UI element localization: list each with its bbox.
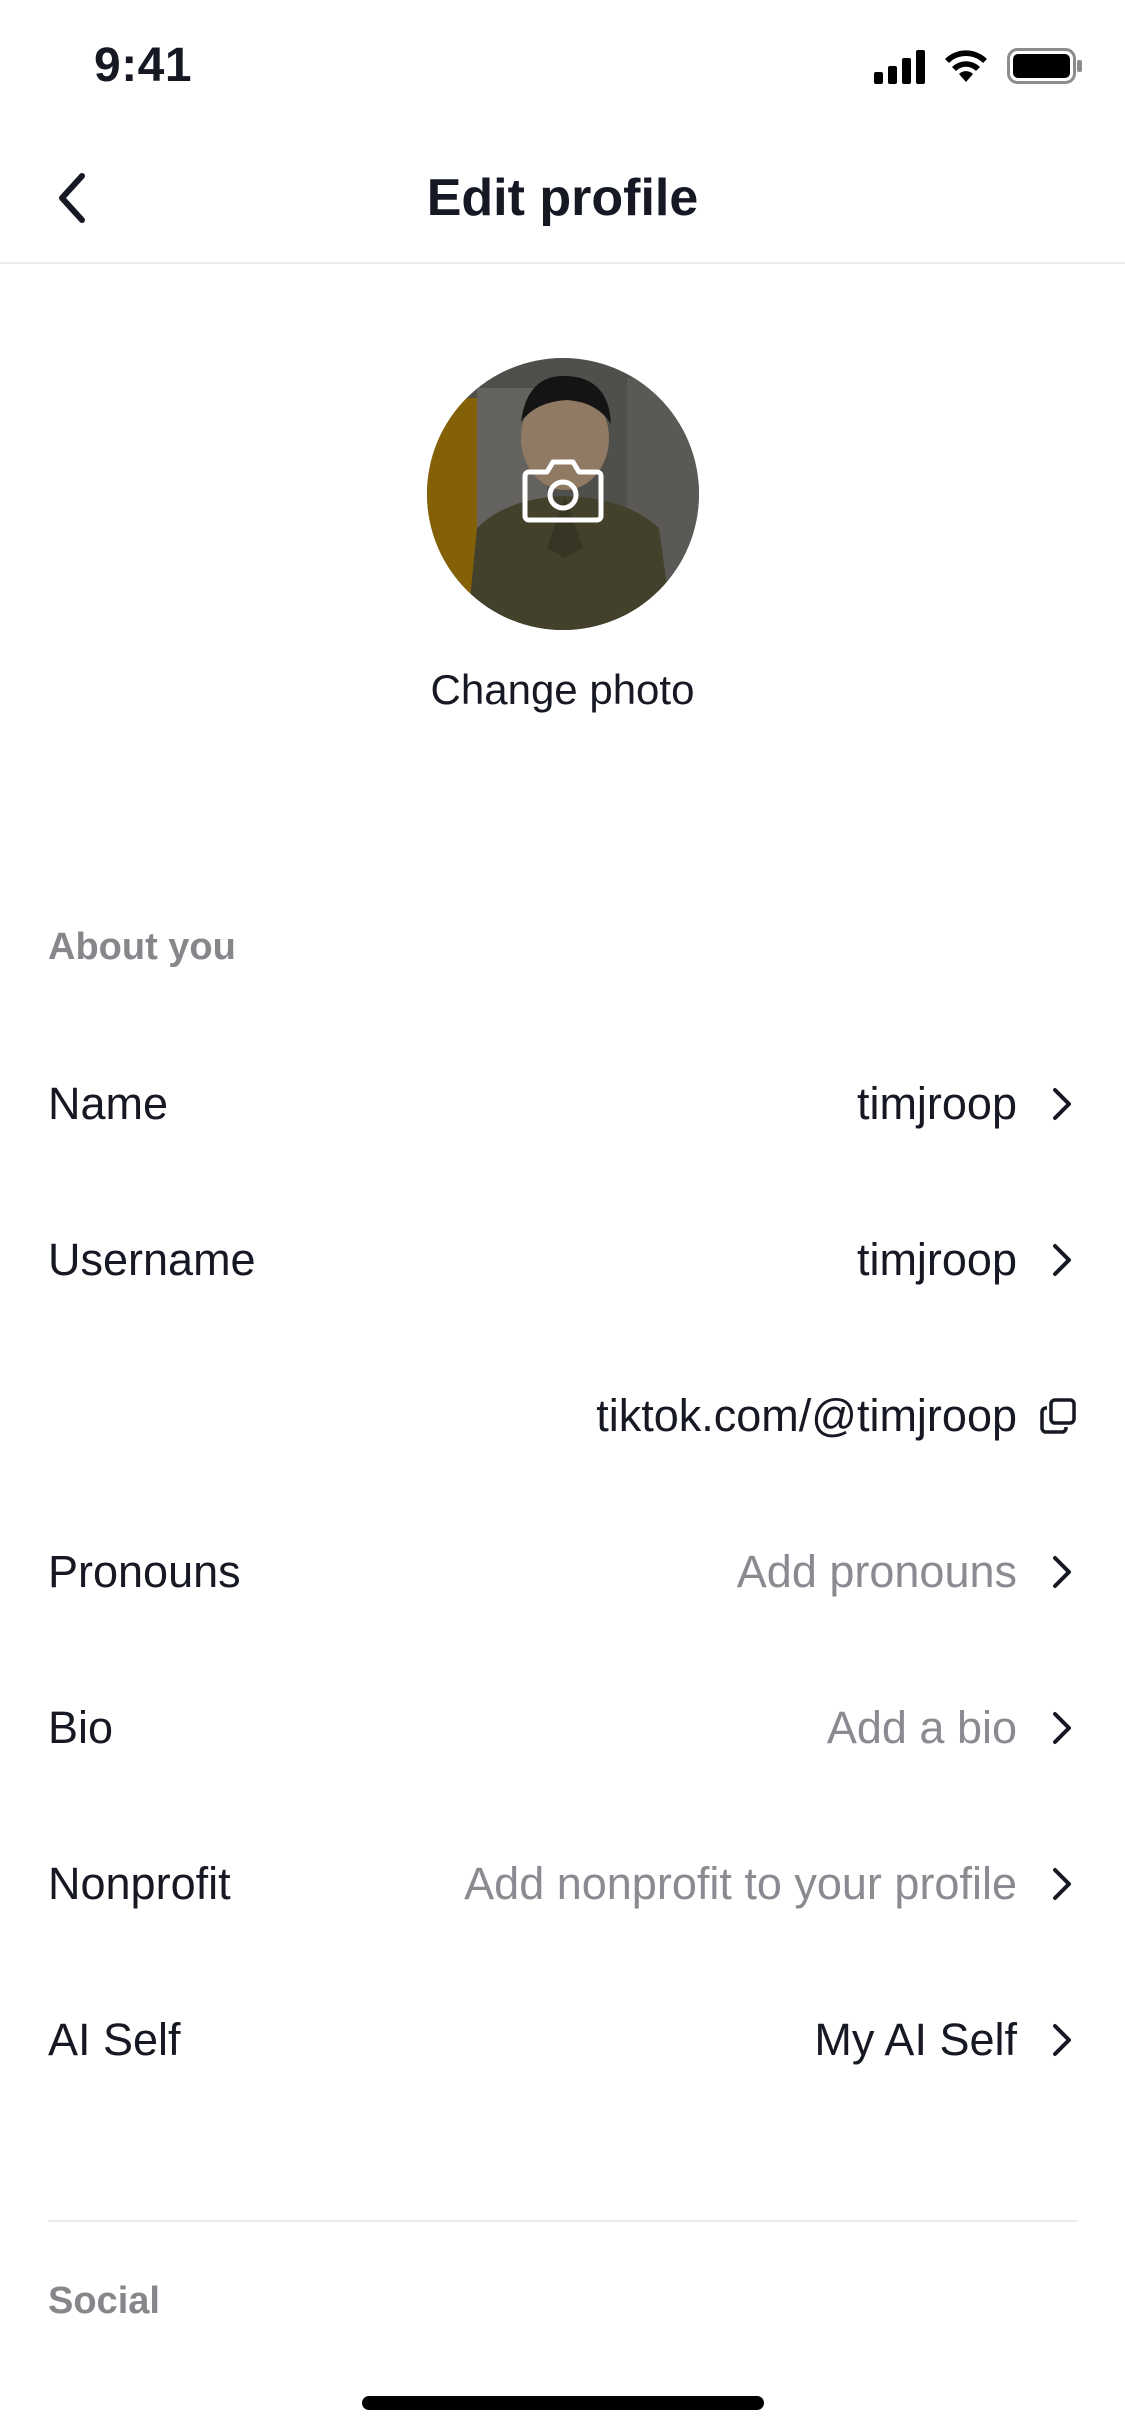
row-label: Pronouns <box>48 1546 241 1597</box>
status-icons <box>874 48 1083 84</box>
row-label: Nonprofit <box>48 1858 231 1909</box>
row-label: Bio <box>48 1702 114 1753</box>
profile-row-ai-self[interactable]: AI Self My AI Self <box>0 1970 1125 2110</box>
row-value: Add pronouns <box>736 1546 1017 1597</box>
copy-icon[interactable] <box>1039 1397 1077 1435</box>
chevron-right-icon <box>1053 2024 1071 2056</box>
change-photo-button[interactable]: Change photo <box>0 666 1125 714</box>
row-value: timjroop <box>856 1234 1017 1285</box>
chevron-right-icon <box>1053 1868 1071 1900</box>
chevron-right-icon <box>1053 1088 1071 1120</box>
profile-row-nonprofit[interactable]: Nonprofit Add nonprofit to your profile <box>0 1814 1125 1954</box>
camera-icon <box>522 459 604 523</box>
profile-row-pronouns[interactable]: Pronouns Add pronouns <box>0 1502 1125 1642</box>
profile-row-bio[interactable]: Bio Add a bio <box>0 1658 1125 1798</box>
row-value: timjroop <box>856 1078 1017 1129</box>
nav-header: Edit profile <box>0 132 1125 264</box>
section-divider <box>48 2220 1077 2222</box>
battery-icon <box>1007 48 1082 84</box>
profile-row-username[interactable]: Username timjroop <box>0 1190 1125 1330</box>
status-bar: 9:41 <box>0 0 1125 132</box>
section-label-social: Social <box>48 2280 160 2322</box>
home-indicator[interactable] <box>362 2396 764 2410</box>
row-value: Add nonprofit to your profile <box>464 1858 1017 1909</box>
cellular-signal-icon <box>874 48 925 84</box>
row-label: AI Self <box>48 2014 181 2065</box>
avatar-button[interactable] <box>427 358 699 630</box>
status-time: 9:41 <box>94 39 193 92</box>
profile-link-value: tiktok.com/@timjroop <box>596 1390 1017 1441</box>
profile-row-profile-link[interactable]: tiktok.com/@timjroop <box>0 1346 1125 1486</box>
chevron-right-icon <box>1053 1244 1071 1276</box>
chevron-right-icon <box>1053 1712 1071 1744</box>
profile-row-name[interactable]: Name timjroop <box>0 1034 1125 1174</box>
row-value: My AI Self <box>814 2014 1017 2065</box>
row-value: Add a bio <box>826 1702 1017 1753</box>
section-label-about-you: About you <box>48 926 236 968</box>
chevron-right-icon <box>1053 1556 1071 1588</box>
page-title: Edit profile <box>426 169 699 227</box>
wifi-icon <box>945 50 987 82</box>
row-label: Username <box>48 1234 256 1285</box>
row-label: Name <box>48 1078 169 1129</box>
